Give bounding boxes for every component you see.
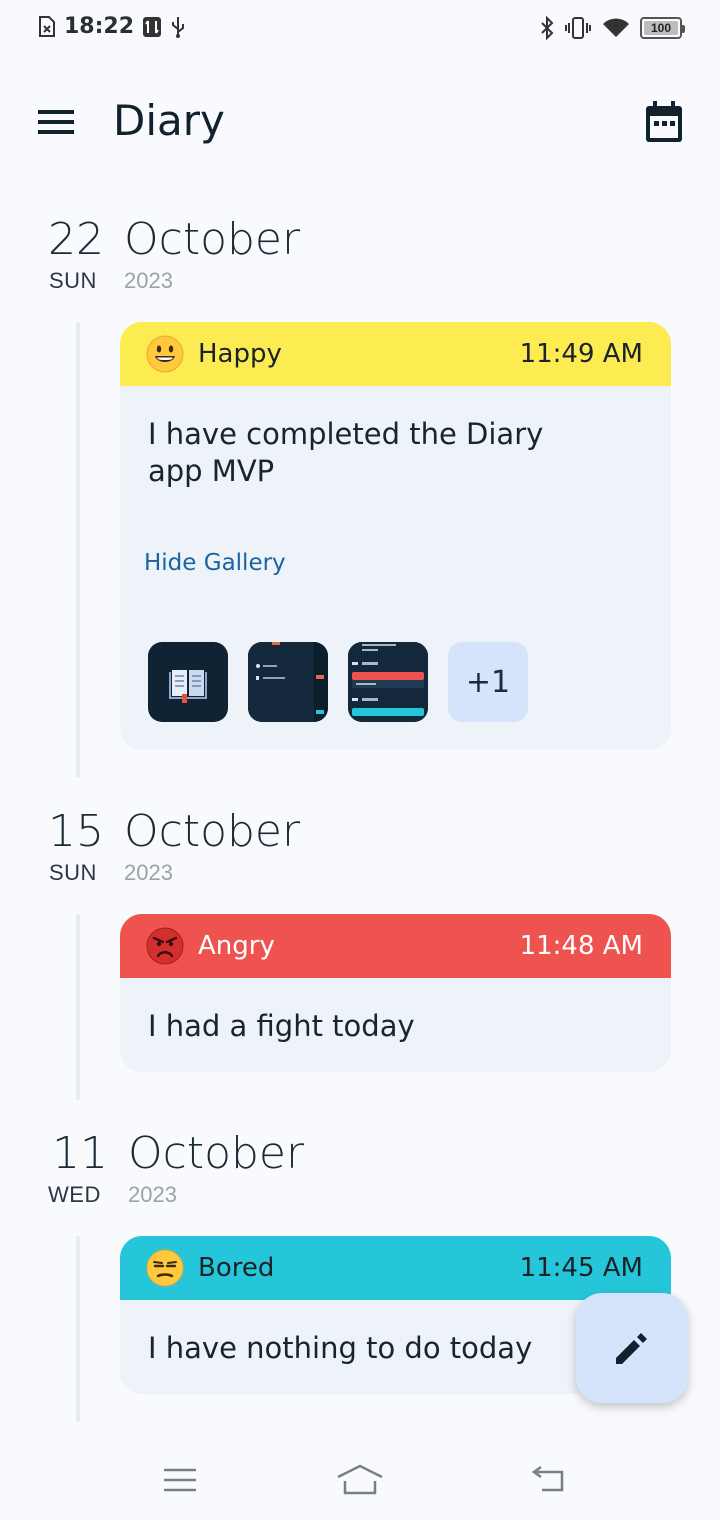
back-icon[interactable] bbox=[520, 1460, 576, 1500]
wifi-icon bbox=[603, 18, 629, 37]
entry-time: 11:48 AM bbox=[519, 931, 643, 961]
system-nav-bar bbox=[0, 1440, 720, 1520]
hamburger-menu-icon[interactable] bbox=[36, 106, 76, 138]
timeline-line bbox=[76, 1236, 80, 1422]
timeline-line bbox=[76, 322, 80, 778]
entry-text: I had a fight today bbox=[148, 1009, 415, 1043]
entry-header: Angry 11:48 AM bbox=[120, 914, 671, 978]
smiling-face-icon bbox=[146, 335, 184, 373]
status-bar: 18:22 100 bbox=[0, 0, 720, 58]
entry-text: I have completed the Diary app MVP bbox=[148, 417, 544, 488]
hide-gallery-link[interactable]: Hide Gallery bbox=[144, 550, 286, 576]
recents-icon[interactable] bbox=[152, 1460, 208, 1500]
sim-error-icon bbox=[39, 15, 55, 37]
screenshot-preview bbox=[348, 642, 428, 722]
angry-face-icon bbox=[146, 927, 184, 965]
bluetooth-icon bbox=[541, 16, 554, 40]
mood-label: Happy bbox=[198, 339, 282, 369]
status-right: 100 bbox=[540, 16, 685, 40]
date-day: 22 bbox=[48, 214, 104, 265]
date-year: 2023 bbox=[124, 268, 173, 293]
date-weekday: WED bbox=[48, 1182, 101, 1207]
new-entry-button[interactable] bbox=[576, 1293, 688, 1403]
diary-entry-card[interactable]: Happy 11:49 AM I have completed the Diar… bbox=[120, 322, 671, 750]
screenshot-preview bbox=[248, 642, 328, 722]
date-year: 2023 bbox=[128, 1182, 177, 1207]
entry-time: 11:45 AM bbox=[519, 1253, 643, 1283]
data-saver-icon bbox=[143, 16, 162, 37]
unamused-face-icon bbox=[146, 1249, 184, 1287]
timeline-line bbox=[76, 914, 80, 1100]
gallery-thumbnail[interactable] bbox=[248, 642, 328, 722]
gallery-thumbnails: +1 bbox=[148, 642, 528, 722]
vibrate-icon bbox=[565, 17, 591, 39]
entry-time: 11:49 AM bbox=[519, 339, 643, 369]
date-month: October bbox=[124, 214, 301, 265]
status-time: 18:22 bbox=[64, 14, 135, 39]
usb-icon bbox=[172, 16, 185, 38]
book-icon bbox=[169, 670, 207, 703]
battery-icon: 100 bbox=[640, 17, 685, 39]
mood-label: Angry bbox=[198, 931, 275, 961]
more-images-button[interactable]: +1 bbox=[448, 642, 528, 722]
app-bar: Diary bbox=[0, 82, 720, 162]
date-weekday: SUN bbox=[49, 860, 97, 885]
gallery-thumbnail[interactable] bbox=[148, 642, 228, 722]
pencil-icon bbox=[616, 1333, 647, 1364]
date-day: 11 bbox=[52, 1128, 108, 1179]
calendar-icon[interactable] bbox=[644, 100, 684, 144]
date-day: 15 bbox=[48, 806, 104, 857]
date-weekday: SUN bbox=[49, 268, 97, 293]
gallery-thumbnail[interactable] bbox=[348, 642, 428, 722]
battery-text: 100 bbox=[650, 21, 672, 35]
page-title: Diary bbox=[113, 96, 225, 145]
entry-header: Happy 11:49 AM bbox=[120, 322, 671, 386]
date-month: October bbox=[128, 1128, 305, 1179]
entry-header: Bored 11:45 AM bbox=[120, 1236, 671, 1300]
status-left: 18:22 bbox=[38, 14, 186, 39]
date-year: 2023 bbox=[124, 860, 173, 885]
date-month: October bbox=[124, 806, 301, 857]
home-icon[interactable] bbox=[332, 1460, 388, 1500]
diary-entry-card[interactable]: Angry 11:48 AM I had a fight today bbox=[120, 914, 671, 1072]
mood-label: Bored bbox=[198, 1253, 275, 1283]
